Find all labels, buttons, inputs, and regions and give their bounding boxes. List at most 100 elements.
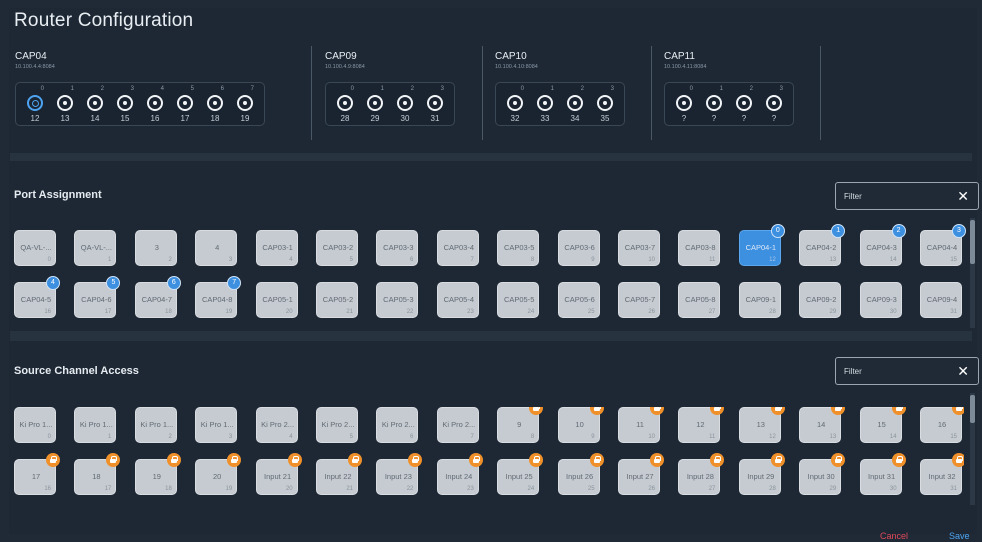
channel-tile[interactable]: CAP04-1 12 0 <box>738 224 785 266</box>
channel-tile[interactable]: CAP04-7 18 6 <box>134 276 181 318</box>
channel-tile[interactable]: CAP05-3 22 <box>376 282 419 318</box>
channel-tile[interactable]: CAP05-7 26 <box>618 282 660 318</box>
channel-tile[interactable]: 19 18 <box>134 453 181 495</box>
channel-tile[interactable]: Input 21 20 <box>255 453 302 495</box>
channel-tile[interactable]: CAP03-4 7 <box>436 230 479 266</box>
tile-number: 30 <box>889 486 897 492</box>
channel-tile[interactable]: CAP05-5 24 <box>497 282 540 318</box>
channel-tile[interactable]: Input 24 23 <box>436 453 483 495</box>
channel-tile[interactable]: 11 10 <box>618 407 664 443</box>
filter-label: Filter <box>844 367 862 376</box>
channel-tile[interactable]: Input 28 27 <box>678 453 725 495</box>
channel-tile[interactable]: CAP04-6 17 5 <box>74 276 121 318</box>
channel-tile[interactable]: Input 25 24 <box>497 453 544 495</box>
channel-tile[interactable]: 20 19 <box>195 453 242 495</box>
port-index: 0 <box>350 86 354 92</box>
channel-tile[interactable]: Ki Pro 2... 4 <box>255 407 298 443</box>
port-connector[interactable]: 4 16 <box>140 83 170 125</box>
channel-tile[interactable]: CAP05-2 21 <box>316 282 358 318</box>
channel-tile[interactable]: QA-VL-... 1 <box>74 230 117 266</box>
channel-tile[interactable]: CAP09-2 29 <box>799 282 842 318</box>
channel-tile[interactable]: Ki Pro 2... 6 <box>376 407 419 443</box>
scroll-thumb[interactable] <box>970 395 975 423</box>
channel-tile[interactable]: CAP04-4 15 3 <box>920 224 966 266</box>
port-connector[interactable]: 0 32 <box>500 83 530 125</box>
channel-tile[interactable]: CAP04-5 16 4 <box>14 276 60 318</box>
channel-tile[interactable]: CAP04-2 13 1 <box>799 224 846 266</box>
channel-tile[interactable]: CAP09-3 30 <box>859 282 902 318</box>
channel-tile[interactable]: CAP04-3 14 2 <box>859 224 906 266</box>
channel-tile[interactable]: 10 9 <box>557 407 604 443</box>
channel-tile[interactable]: Input 32 31 <box>920 453 964 495</box>
port-connector[interactable]: 2 34 <box>560 83 590 125</box>
port-connector[interactable]: 3 31 <box>420 83 450 125</box>
port-connector[interactable]: 1 13 <box>50 83 80 125</box>
channel-tile[interactable]: CAP03-5 8 <box>497 230 540 266</box>
channel-tile[interactable]: CAP05-6 25 <box>557 282 600 318</box>
port-connector[interactable]: 0 12 <box>20 83 50 125</box>
port-connector[interactable]: 1 33 <box>530 83 560 125</box>
channel-tile[interactable]: 18 17 <box>74 453 121 495</box>
channel-tile[interactable]: Input 26 25 <box>557 453 604 495</box>
channel-tile[interactable]: CAP03-3 6 <box>376 230 419 266</box>
channel-tile[interactable]: QA-VL-... 0 <box>14 230 56 266</box>
port-connector[interactable]: 7 19 <box>230 83 260 125</box>
channel-tile[interactable]: Ki Pro 1... 3 <box>195 407 238 443</box>
channel-tile[interactable]: CAP09-4 31 <box>920 282 962 318</box>
channel-tile[interactable]: Ki Pro 1... 2 <box>134 407 177 443</box>
close-icon[interactable]: ✕ <box>957 188 969 205</box>
channel-tile[interactable]: Input 29 28 <box>738 453 785 495</box>
channel-tile[interactable]: 13 12 <box>738 407 785 443</box>
channel-tile[interactable]: CAP03-6 9 <box>557 230 600 266</box>
source-channel-scrollbar[interactable] <box>970 393 975 505</box>
device-cap10: CAP10 10.100.4.10:8084 0 32 1 33 2 34 3 35 <box>489 46 652 142</box>
channel-tile[interactable]: CAP03-1 4 <box>255 230 298 266</box>
lock-icon <box>227 453 242 467</box>
channel-tile[interactable]: Ki Pro 2... 5 <box>316 407 358 443</box>
channel-tile[interactable]: Ki Pro 1... 1 <box>74 407 117 443</box>
channel-tile[interactable]: Input 27 26 <box>618 453 664 495</box>
port-connector[interactable]: 2 30 <box>390 83 420 125</box>
channel-tile[interactable]: CAP05-1 20 <box>255 282 298 318</box>
channel-tile[interactable]: Ki Pro 2... 7 <box>436 407 479 443</box>
port-connector[interactable]: 2 14 <box>80 83 110 125</box>
channel-tile[interactable]: CAP04-8 19 7 <box>195 276 242 318</box>
port-connector[interactable]: 3 15 <box>110 83 140 125</box>
port-connector[interactable]: 1 29 <box>360 83 390 125</box>
channel-tile[interactable]: CAP03-2 5 <box>316 230 358 266</box>
channel-tile[interactable]: CAP09-1 28 <box>738 282 781 318</box>
channel-tile[interactable]: Input 23 22 <box>376 453 423 495</box>
channel-tile[interactable]: 32 <box>134 230 177 266</box>
port-connector[interactable]: 3? <box>759 83 789 125</box>
channel-tile[interactable]: Input 30 29 <box>799 453 846 495</box>
port-connector[interactable]: 1? <box>699 83 729 125</box>
channel-tile[interactable]: Input 31 30 <box>859 453 906 495</box>
port-connector[interactable]: 3 35 <box>590 83 620 125</box>
channel-tile[interactable]: 16 15 <box>920 407 964 443</box>
port-connector[interactable]: 0 28 <box>330 83 360 125</box>
channel-tile[interactable]: 14 13 <box>799 407 846 443</box>
channel-tile[interactable]: Ki Pro 1... 0 <box>14 407 56 443</box>
cancel-button[interactable]: Cancel <box>880 531 908 541</box>
scroll-thumb[interactable] <box>970 220 975 264</box>
channel-tile[interactable]: CAP05-4 23 <box>436 282 479 318</box>
port-connector[interactable]: 5 17 <box>170 83 200 125</box>
port-assignment-scrollbar[interactable] <box>970 218 975 328</box>
channel-tile[interactable]: CAP03-8 11 <box>678 230 721 266</box>
port-connector[interactable]: 6 18 <box>200 83 230 125</box>
tile-number: 26 <box>648 309 655 315</box>
port-connector[interactable]: 0? <box>669 83 699 125</box>
channel-tile[interactable]: 15 14 <box>859 407 906 443</box>
channel-tile[interactable]: Input 22 21 <box>316 453 362 495</box>
channel-tile[interactable]: 17 16 <box>14 453 60 495</box>
channel-tile[interactable]: CAP03-7 10 <box>618 230 660 266</box>
source-channel-filter[interactable]: Filter ✕ <box>835 357 979 385</box>
channel-tile[interactable]: 12 11 <box>678 407 725 443</box>
channel-tile[interactable]: CAP05-8 27 <box>678 282 721 318</box>
port-assignment-filter[interactable]: Filter ✕ <box>835 182 979 210</box>
port-connector[interactable]: 2? <box>729 83 759 125</box>
channel-tile[interactable]: 98 <box>497 407 544 443</box>
save-button[interactable]: Save <box>949 531 970 541</box>
channel-tile[interactable]: 43 <box>195 230 238 266</box>
close-icon[interactable]: ✕ <box>957 363 969 380</box>
